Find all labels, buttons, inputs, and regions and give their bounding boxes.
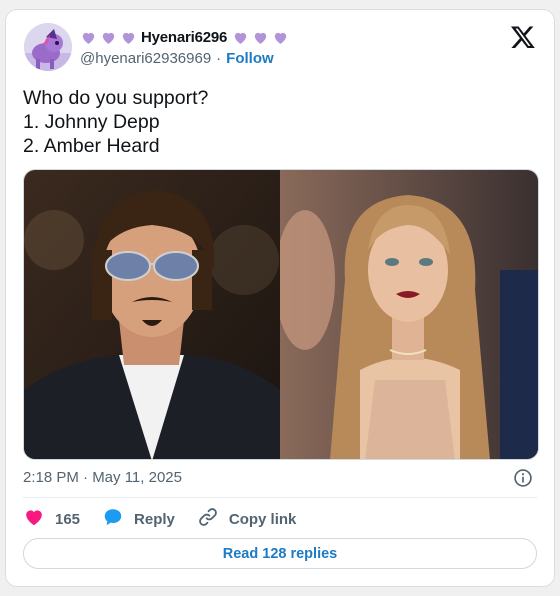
purple-heart-icon (252, 29, 269, 46)
purple-heart-icon (120, 29, 137, 46)
like-count: 165 (55, 510, 81, 528)
x-logo-icon[interactable] (510, 24, 536, 50)
woman-portrait-photo[interactable] (275, 170, 538, 459)
author-name-row[interactable]: Hyenari6296 (80, 26, 292, 48)
tweet-text: Who do you support? 1. Johnny Depp 2. Am… (23, 87, 209, 157)
reply-button[interactable]: Reply (102, 506, 175, 532)
divider (23, 497, 537, 498)
display-name[interactable]: Hyenari6296 (141, 29, 227, 46)
purple-heart-icon (232, 29, 249, 46)
media-grid[interactable] (23, 169, 539, 460)
action-bar: 165 Reply Copy link (23, 508, 318, 530)
purple-heart-icon (80, 29, 97, 46)
tweet-timestamp[interactable]: 2:18 PM · May 11, 2025 (23, 469, 182, 486)
heart-icon (23, 506, 55, 532)
handle-row: @hyenari62936969 · Follow (80, 50, 274, 67)
copy-link-label: Copy link (228, 510, 297, 528)
info-icon[interactable] (513, 468, 533, 488)
follow-link[interactable]: Follow (226, 50, 274, 67)
copy-link-button[interactable]: Copy link (197, 506, 297, 532)
like-button[interactable]: 165 (23, 506, 80, 532)
speech-bubble-icon (102, 506, 134, 532)
purple-heart-icon (272, 29, 289, 46)
man-portrait-photo[interactable] (24, 170, 280, 459)
separator-dot: · (216, 50, 222, 67)
user-handle[interactable]: @hyenari62936969 (80, 50, 211, 67)
reply-label: Reply (134, 510, 175, 528)
read-replies-button[interactable]: Read 128 replies (23, 538, 537, 569)
tweet-card: Hyenari6296 @hyenari62936969 · Follow Wh… (5, 9, 555, 587)
avatar[interactable] (24, 23, 72, 71)
link-icon (197, 506, 229, 532)
purple-heart-icon (100, 29, 117, 46)
